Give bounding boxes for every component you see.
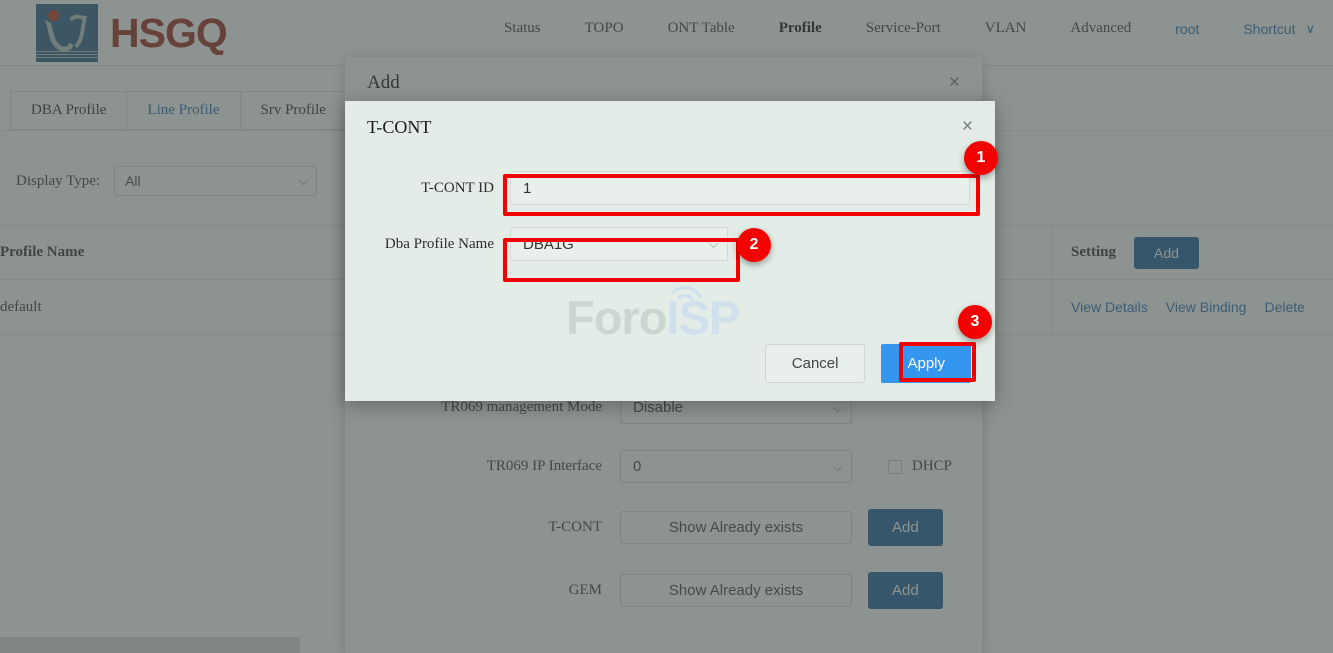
form-row-tcont-id: T-CONT ID 1 (345, 171, 995, 205)
apply-button[interactable]: Apply (881, 344, 971, 383)
tcont-dialog-body: T-CONT ID 1 Dba Profile Name DBA1G (345, 153, 995, 261)
tcont-id-input[interactable]: 1 (510, 171, 970, 205)
dba-profile-select[interactable]: DBA1G (510, 227, 728, 261)
dba-profile-label: Dba Profile Name (384, 235, 494, 252)
tcont-dialog-actions: Cancel Apply (764, 344, 971, 383)
cancel-button[interactable]: Cancel (764, 344, 866, 383)
overlay-bottom-strip (0, 637, 300, 653)
chevron-down-icon (708, 238, 719, 249)
form-row-dba-profile-name: Dba Profile Name DBA1G (345, 227, 995, 261)
tcont-dialog-title: T-CONT (367, 116, 432, 137)
tcont-id-label: T-CONT ID (421, 179, 494, 196)
tcont-id-value: 1 (523, 179, 532, 197)
tcont-dialog: T-CONT × T-CONT ID 1 Dba Profile Name DB… (345, 101, 995, 401)
dba-profile-value: DBA1G (523, 235, 574, 253)
annotation-badge-2: 2 (737, 228, 771, 262)
annotation-badge-3: 3 (958, 305, 992, 339)
annotation-badge-1: 1 (964, 141, 998, 175)
tcont-dialog-header: T-CONT × (345, 101, 995, 153)
close-icon[interactable]: × (962, 116, 973, 138)
